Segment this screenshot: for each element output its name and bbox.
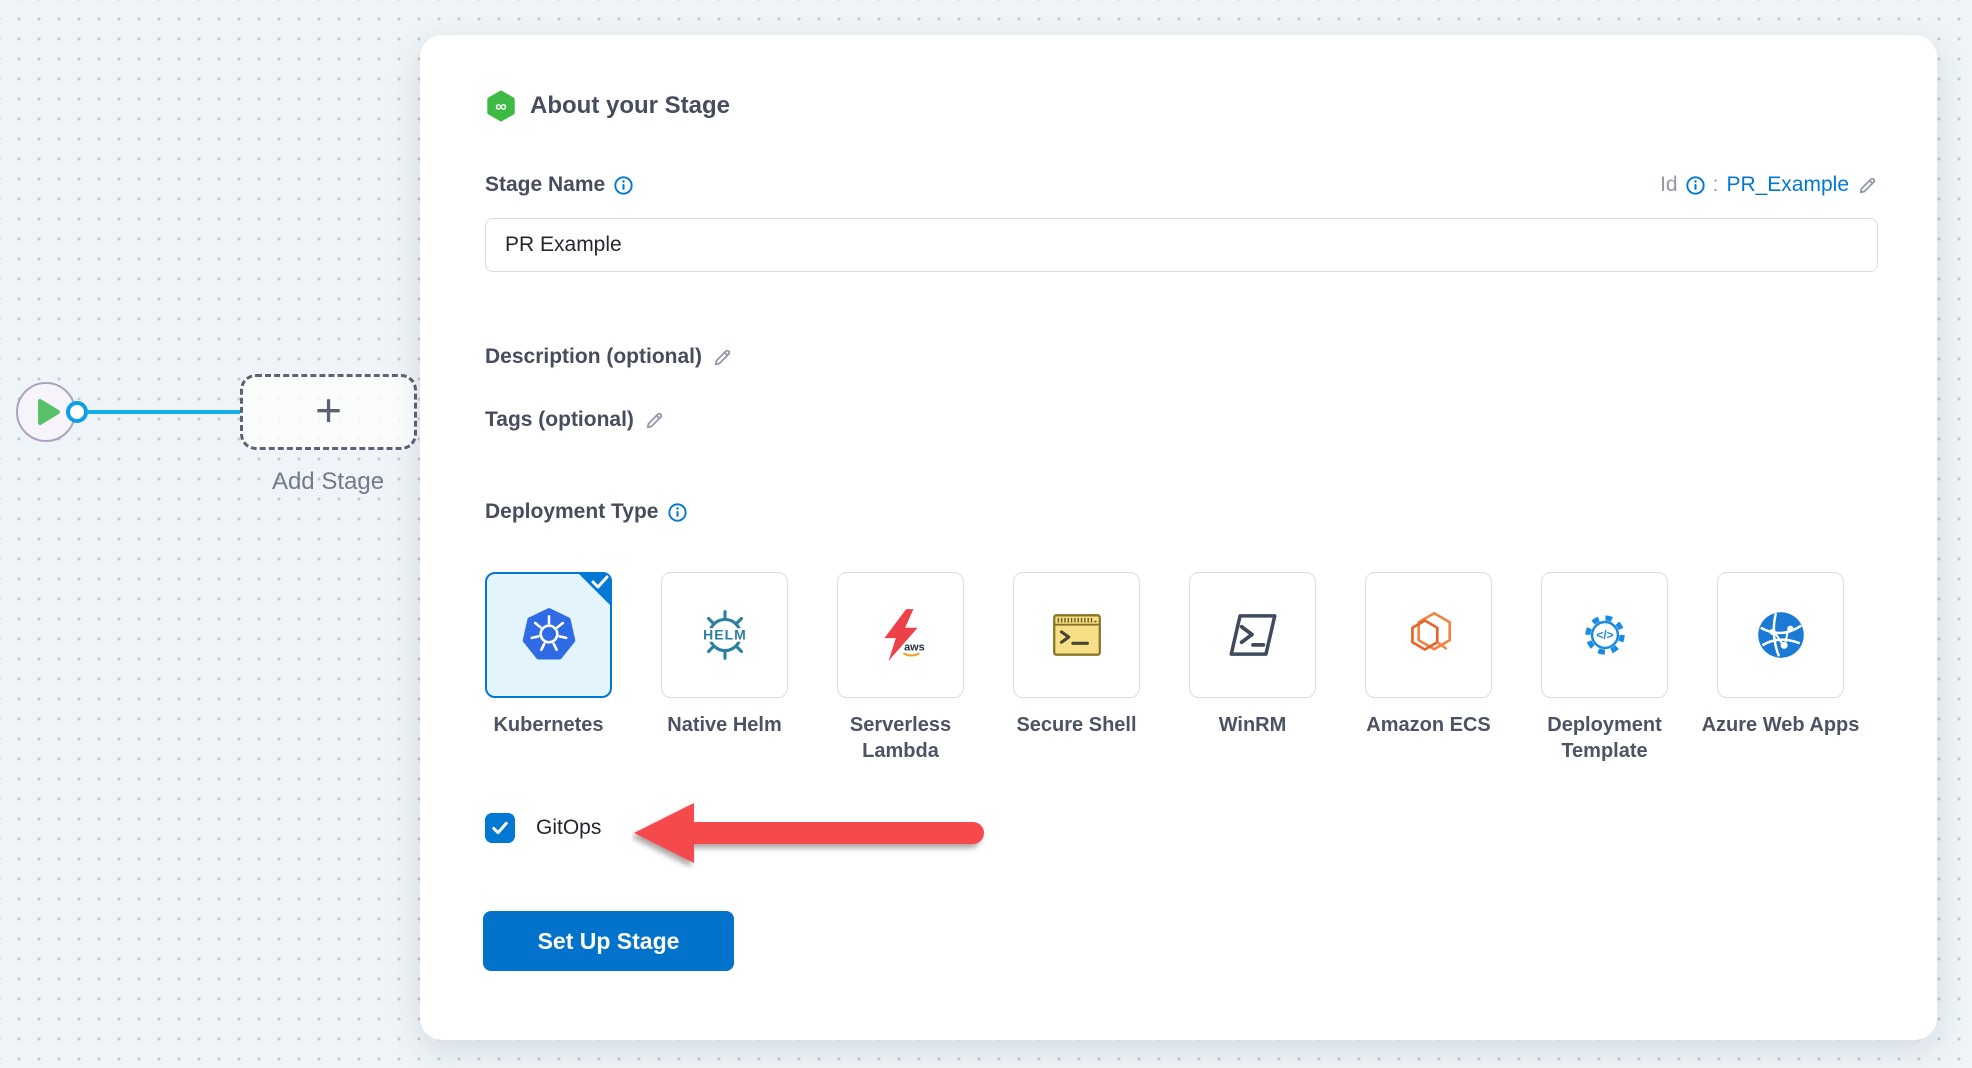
selected-check-icon	[576, 572, 612, 608]
gitops-checkbox[interactable]	[485, 813, 515, 843]
deployment-option-label: Azure Web Apps	[1691, 712, 1871, 738]
connector-port-dot	[66, 401, 88, 423]
tags-row: Tags (optional)	[485, 408, 665, 432]
svg-text:</>: </>	[1596, 628, 1613, 642]
deployment-option-native-helm: HELM Native Helm	[661, 572, 788, 764]
helm-icon: HELM	[696, 606, 754, 664]
amazon-ecs-card[interactable]	[1365, 572, 1492, 698]
stage-name-row: Stage Name Id : PR_Example	[485, 173, 1878, 197]
info-icon[interactable]	[614, 176, 633, 195]
azure-web-apps-icon	[1752, 606, 1810, 664]
deployment-option-serverless-lambda: aws Serverless Lambda	[837, 572, 964, 764]
id-label: Id	[1660, 173, 1678, 197]
winrm-card[interactable]	[1189, 572, 1316, 698]
kubernetes-icon	[520, 606, 578, 664]
cd-stage-icon: ∞	[485, 90, 517, 122]
deployment-option-azure-web-apps: Azure Web Apps	[1717, 572, 1844, 764]
add-stage-button[interactable]: +	[240, 374, 417, 450]
stage-name-label: Stage Name	[485, 173, 605, 197]
native-helm-card[interactable]: HELM	[661, 572, 788, 698]
gitops-label[interactable]: GitOps	[536, 816, 601, 840]
description-row: Description (optional)	[485, 345, 733, 369]
red-arrow-annotation	[632, 800, 994, 868]
edit-description-pencil-icon[interactable]	[712, 347, 733, 368]
stage-id-group: Id : PR_Example	[1660, 173, 1878, 197]
check-icon	[489, 817, 511, 839]
deployment-option-deployment-template: </> Deployment Template	[1541, 572, 1668, 764]
deployment-option-label: WinRM	[1163, 712, 1343, 738]
secure-shell-card[interactable]	[1013, 572, 1140, 698]
deployment-option-amazon-ecs: Amazon ECS	[1365, 572, 1492, 764]
info-icon[interactable]	[1686, 176, 1705, 195]
tags-label: Tags (optional)	[485, 408, 634, 432]
svg-text:∞: ∞	[495, 99, 506, 116]
deployment-option-label: Native Helm	[635, 712, 815, 738]
serverless-lambda-icon: aws	[872, 606, 930, 664]
deployment-type-label: Deployment Type	[485, 500, 658, 524]
serverless-lambda-card[interactable]: aws	[837, 572, 964, 698]
stage-name-label-group: Stage Name	[485, 173, 633, 197]
deployment-option-label: Secure Shell	[987, 712, 1167, 738]
info-icon[interactable]	[668, 503, 687, 522]
deployment-option-label: Amazon ECS	[1339, 712, 1519, 738]
id-value: PR_Example	[1726, 173, 1849, 197]
play-icon	[37, 398, 61, 426]
deployment-option-label: Serverless Lambda	[811, 712, 991, 764]
panel-title: About your Stage	[530, 92, 730, 120]
add-stage-label: Add Stage	[228, 468, 428, 496]
description-label: Description (optional)	[485, 345, 702, 369]
edit-id-pencil-icon[interactable]	[1857, 175, 1878, 196]
kubernetes-card[interactable]	[485, 572, 612, 698]
deployment-type-row: Deployment Type	[485, 500, 687, 524]
deployment-option-label: Deployment Template	[1515, 712, 1695, 764]
deployment-option-winrm: WinRM	[1189, 572, 1316, 764]
svg-text:aws: aws	[904, 642, 925, 654]
about-your-stage-panel: ∞ About your Stage Stage Name Id : PR_Ex…	[420, 35, 1937, 1040]
azure-web-apps-card[interactable]	[1717, 572, 1844, 698]
deployment-type-cards: Kubernetes	[485, 572, 1844, 764]
winrm-icon	[1224, 606, 1282, 664]
amazon-ecs-icon	[1400, 606, 1458, 664]
deployment-option-label: Kubernetes	[459, 712, 639, 738]
connector-line	[87, 410, 240, 414]
plus-icon: +	[315, 387, 342, 433]
deployment-option-secure-shell: Secure Shell	[1013, 572, 1140, 764]
stage-name-input[interactable]	[485, 218, 1878, 272]
deployment-option-kubernetes: Kubernetes	[485, 572, 612, 764]
panel-header: ∞ About your Stage	[485, 90, 730, 122]
deployment-template-icon: </>	[1576, 606, 1634, 664]
svg-text:HELM: HELM	[703, 627, 747, 643]
id-separator: :	[1713, 173, 1719, 197]
gitops-row: GitOps	[485, 813, 601, 843]
set-up-stage-button[interactable]: Set Up Stage	[483, 911, 734, 971]
edit-tags-pencil-icon[interactable]	[644, 410, 665, 431]
deployment-template-card[interactable]: </>	[1541, 572, 1668, 698]
secure-shell-icon	[1048, 606, 1106, 664]
